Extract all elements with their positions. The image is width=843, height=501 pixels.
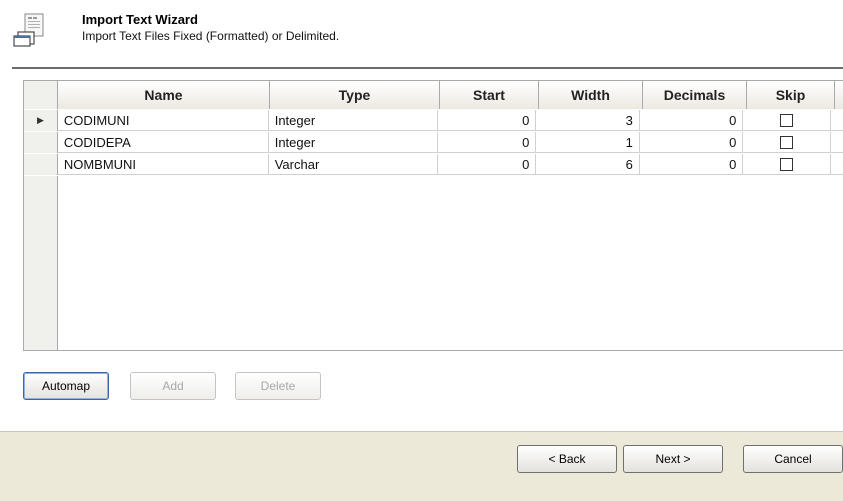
table-row[interactable]: CODIDEPA Integer 0 1 0 — [24, 132, 843, 153]
skip-checkbox[interactable] — [780, 136, 794, 149]
automap-button[interactable]: Automap — [23, 372, 109, 400]
row-filler — [831, 154, 843, 175]
table-row[interactable]: ▶ CODIMUNI Integer 0 3 0 — [24, 110, 843, 131]
cell-start[interactable]: 0 — [438, 110, 537, 131]
skip-checkbox[interactable] — [780, 158, 794, 171]
add-button[interactable]: Add — [130, 372, 216, 400]
row-selector[interactable] — [24, 132, 58, 153]
cell-width[interactable]: 3 — [536, 110, 640, 131]
cell-name[interactable]: NOMBMUNI — [58, 154, 269, 175]
row-selector-header — [24, 81, 58, 109]
wizard-subtitle: Import Text Files Fixed (Formatted) or D… — [82, 29, 340, 43]
cell-type[interactable]: Varchar — [269, 154, 438, 175]
cell-decimals[interactable]: 0 — [640, 110, 744, 131]
next-button[interactable]: Next > — [623, 445, 723, 473]
row-selector[interactable] — [24, 154, 58, 175]
row-selector[interactable]: ▶ — [24, 110, 58, 131]
wizard-title: Import Text Wizard — [82, 12, 198, 27]
cell-start[interactable]: 0 — [438, 132, 537, 153]
cell-name[interactable]: CODIDEPA — [58, 132, 269, 153]
cell-skip — [743, 154, 831, 175]
table-row[interactable]: NOMBMUNI Varchar 0 6 0 — [24, 154, 843, 175]
cancel-button[interactable]: Cancel — [743, 445, 843, 473]
column-header-start[interactable]: Start — [440, 81, 539, 109]
column-header-type[interactable]: Type — [270, 81, 440, 109]
column-header-skip[interactable]: Skip — [747, 81, 835, 109]
wizard-footer: < Back Next > Cancel — [0, 432, 843, 501]
cell-name[interactable]: CODIMUNI — [58, 110, 269, 131]
column-header-width[interactable]: Width — [539, 81, 643, 109]
wizard-header: Import Text Wizard Import Text Files Fix… — [0, 0, 843, 68]
cell-decimals[interactable]: 0 — [640, 154, 744, 175]
column-header-name[interactable]: Name — [58, 81, 270, 109]
row-filler — [831, 132, 843, 153]
cell-width[interactable]: 1 — [536, 132, 640, 153]
field-mapping-grid[interactable]: Name Type Start Width Decimals Skip ▶ CO… — [23, 80, 843, 351]
skip-checkbox[interactable] — [780, 114, 794, 127]
current-row-arrow-icon: ▶ — [36, 115, 44, 125]
row-selector-column — [24, 176, 58, 350]
column-header-filler — [835, 81, 843, 109]
import-wizard-icon — [13, 13, 44, 47]
delete-button[interactable]: Delete — [235, 372, 321, 400]
cell-decimals[interactable]: 0 — [640, 132, 744, 153]
header-divider — [12, 67, 843, 69]
column-header-decimals[interactable]: Decimals — [643, 81, 747, 109]
cell-type[interactable]: Integer — [269, 110, 438, 131]
back-button[interactable]: < Back — [517, 445, 617, 473]
cell-skip — [743, 110, 831, 131]
cell-type[interactable]: Integer — [269, 132, 438, 153]
cell-start[interactable]: 0 — [438, 154, 537, 175]
cell-width[interactable]: 6 — [536, 154, 640, 175]
cell-skip — [743, 132, 831, 153]
row-filler — [831, 110, 843, 131]
grid-header-row: Name Type Start Width Decimals Skip — [24, 81, 843, 109]
